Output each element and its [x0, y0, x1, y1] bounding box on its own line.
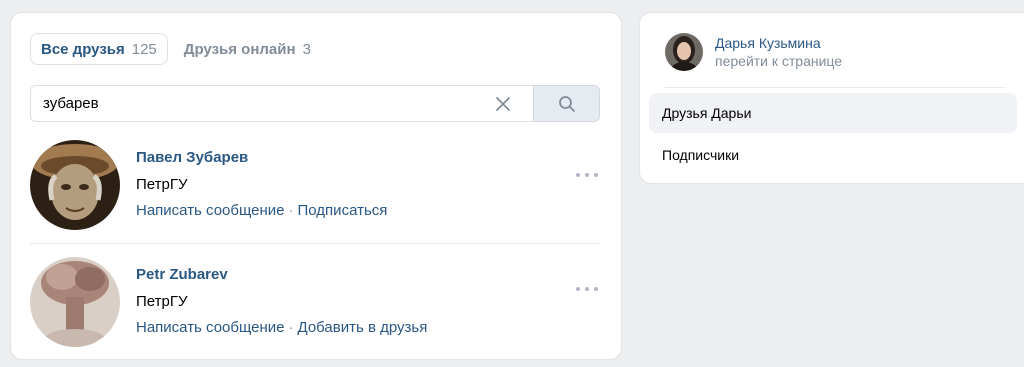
tab-all-friends[interactable]: Все друзья 125 — [30, 33, 168, 65]
person-subtitle: ПетрГУ — [136, 176, 188, 193]
list-item: Petr Zubarev ПетрГУ Написать сообщение · Д… — [30, 256, 600, 348]
more-icon[interactable] — [576, 285, 598, 293]
avatar[interactable] — [30, 140, 120, 230]
tabs: Все друзья 125 Друзья онлайн 3 — [30, 33, 321, 65]
sidebar-item-subscribers[interactable]: Подписчики — [649, 135, 1017, 175]
sidebar-item-label: Друзья Дарьи — [662, 105, 752, 121]
tab-label: Все друзья — [41, 40, 125, 58]
person-subtitle: ПетрГУ — [136, 293, 188, 310]
sidebar: Дарья Кузьмина перейти к странице Друзья… — [639, 12, 1024, 184]
separator: · — [288, 202, 294, 219]
separator: · — [288, 319, 294, 336]
divider — [665, 87, 1005, 88]
search-icon — [558, 95, 575, 112]
sidebar-item-friends[interactable]: Друзья Дарьи — [649, 93, 1017, 133]
tab-count: 125 — [131, 40, 157, 58]
owner-name[interactable]: Дарья Кузьмина — [715, 34, 842, 52]
person-name[interactable]: Petr Zubarev — [136, 266, 228, 283]
avatar[interactable] — [30, 257, 120, 347]
search-field-wrapper — [30, 85, 533, 122]
search-input[interactable] — [43, 95, 483, 112]
avatar[interactable] — [665, 33, 703, 71]
subscribe-link[interactable]: Подписаться — [298, 202, 388, 219]
divider — [30, 243, 600, 244]
send-message-link[interactable]: Написать сообщение — [136, 202, 285, 219]
list-item: Павел Зубарев ПетрГУ Написать сообщение ·… — [30, 139, 600, 231]
add-friend-link[interactable]: Добавить в друзья — [298, 319, 428, 336]
tab-count: 3 — [302, 40, 311, 58]
go-to-page-link[interactable]: перейти к странице — [715, 52, 842, 70]
owner-profile[interactable]: Дарья Кузьмина перейти к странице — [665, 33, 842, 71]
more-icon[interactable] — [576, 171, 598, 179]
send-message-link[interactable]: Написать сообщение — [136, 319, 285, 336]
person-name[interactable]: Павел Зубарев — [136, 149, 248, 166]
friends-panel: Все друзья 125 Друзья онлайн 3 зубарев П… — [10, 12, 622, 360]
person-actions: Написать сообщение · Добавить в друзья — [136, 319, 427, 336]
search-button[interactable] — [533, 85, 600, 122]
clear-icon[interactable] — [495, 96, 511, 112]
tab-label: Друзья онлайн — [183, 40, 296, 58]
sidebar-item-label: Подписчики — [662, 147, 740, 163]
search-bar — [30, 85, 600, 122]
person-actions: Написать сообщение · Подписаться — [136, 202, 387, 219]
tab-friends-online[interactable]: Друзья онлайн 3 — [174, 33, 321, 65]
